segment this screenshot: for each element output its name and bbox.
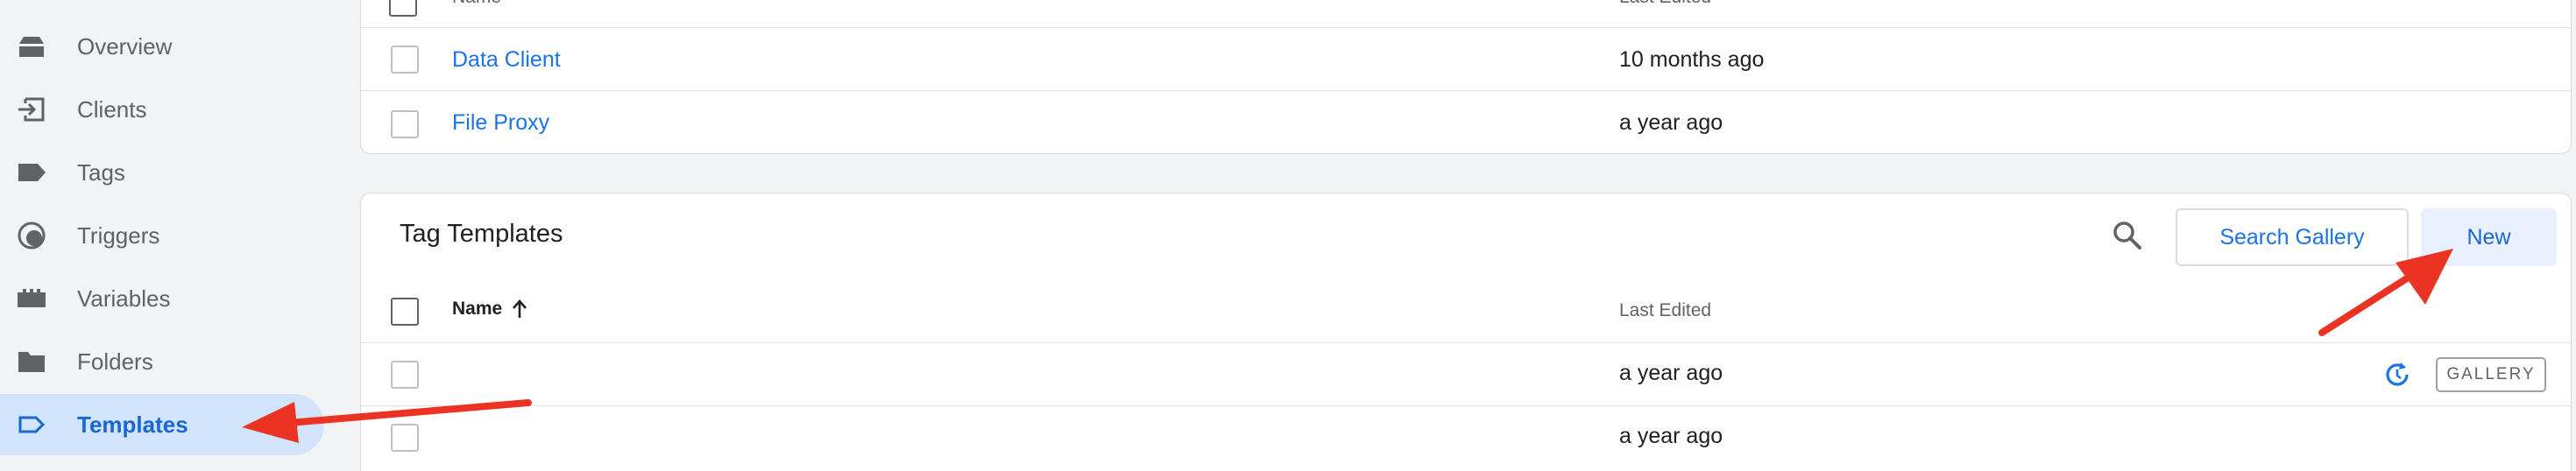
workspace-page: Overview Clients Tags Triggers Variables — [0, 0, 2576, 471]
annotation-arrows — [242, 249, 2453, 443]
arrow-to-templates — [242, 399, 532, 443]
arrow-to-new-button — [2318, 249, 2453, 336]
